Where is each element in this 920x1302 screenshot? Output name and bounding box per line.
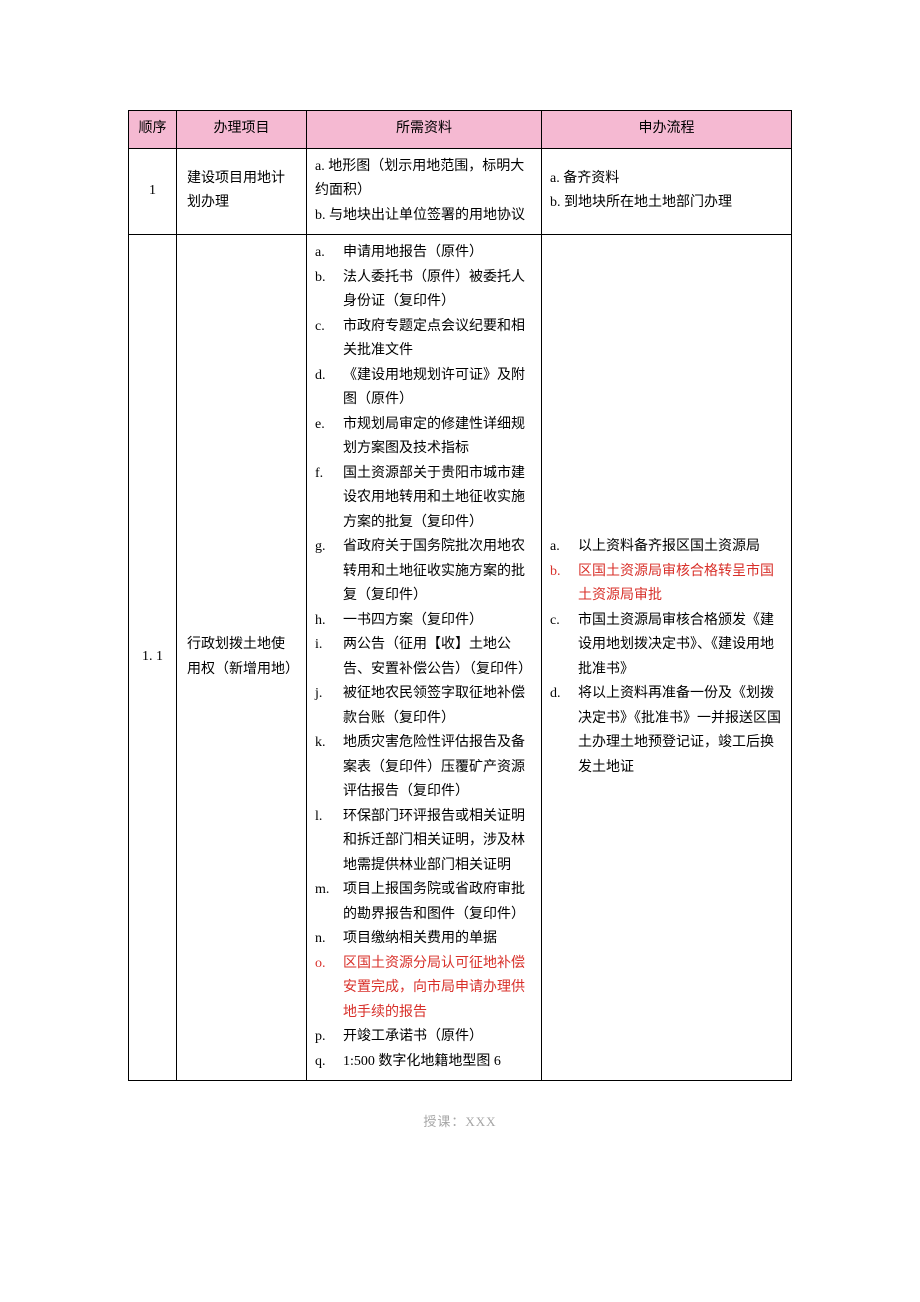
table-row: 1 建设项目用地计划办理 a. 地形图（划示用地范围，标明大约面积） b. 与地… [129,148,792,235]
list-marker: b. [550,560,574,585]
material-text: 一书四方案（复印件） [343,613,483,628]
list-marker: a. [315,241,339,266]
list-marker: c. [550,609,574,634]
material-text: 申请用地报告（原件） [343,245,483,260]
material-text: 法人委托书（原件）被委托人身份证（复印件） [343,270,525,310]
material-item: l.环保部门环评报告或相关证明和拆迁部门相关证明，涉及林地需提供林业部门相关证明 [315,805,533,879]
process-item: b.区国土资源局审核合格转呈市国土资源局审批 [550,560,783,609]
material-item: e.市规划局审定的修建性详细规划方案图及技术指标 [315,413,533,462]
list-marker: d. [315,364,339,389]
material-text: 国土资源部关于贵阳市城市建设农用地转用和土地征收实施方案的批复（复印件） [343,466,525,530]
material-text: 区国土资源分局认可征地补偿安置完成，向市局申请办理供地手续的报告 [343,956,525,1020]
material-text: 开竣工承诺书（原件） [343,1029,483,1044]
material-text: 项目上报国务院或省政府审批的勘界报告和图件（复印件） [343,882,525,922]
list-marker: q. [315,1050,339,1075]
cell-materials: a.申请用地报告（原件）b.法人委托书（原件）被委托人身份证（复印件）c.市政府… [307,235,542,1081]
material-item: f.国土资源部关于贵阳市城市建设农用地转用和土地征收实施方案的批复（复印件） [315,462,533,536]
list-marker: b. [315,266,339,291]
list-marker: h. [315,609,339,634]
material-text: 地质灾害危险性评估报告及备案表（复印件）压覆矿产资源评估报告（复印件） [343,735,525,799]
material-text: 环保部门环评报告或相关证明和拆迁部门相关证明，涉及林地需提供林业部门相关证明 [343,809,525,873]
process-text: 将以上资料再准备一份及《划拨决定书》《批准书》一并报送区国土办理土地预登记证，竣… [578,686,781,775]
cell-project: 行政划拨土地使用权（新增用地） [177,235,307,1081]
cell-materials: a. 地形图（划示用地范围，标明大约面积） b. 与地块出让单位签署的用地协议 [307,148,542,235]
cell-process: a. 备齐资料 b. 到地块所在地土地部门办理 [542,148,792,235]
material-text: 1:500 数字化地籍地型图 6 [343,1054,501,1069]
process-item: a. 以上资料备齐报区国土资源局 [550,535,783,560]
list-marker: k. [315,731,339,756]
table-row: 1. 1 行政划拨土地使用权（新增用地） a.申请用地报告（原件）b.法人委托书… [129,235,792,1081]
header-process: 申办流程 [542,111,792,149]
material-text: 被征地农民领签字取征地补偿款台账（复印件） [343,686,525,726]
material-item: c.市政府专题定点会议纪要和相关批准文件 [315,315,533,364]
list-marker: p. [315,1025,339,1050]
list-marker: i. [315,633,339,658]
list-marker: c. [315,315,339,340]
material-item: i.两公告（征用【收】土地公告、安置补偿公告）（复印件） [315,633,533,682]
list-marker: o. [315,952,339,977]
list-marker: g. [315,535,339,560]
process-line: b. 到地块所在地土地部门办理 [550,191,783,216]
material-item: d.《建设用地规划许可证》及附图（原件） [315,364,533,413]
header-materials: 所需资料 [307,111,542,149]
cell-process: a.以上资料备齐报区国土资源局b.区国土资源局审核合格转呈市国土资源局审批c.市… [542,235,792,1081]
list-marker: e. [315,413,339,438]
list-marker: m. [315,878,339,903]
document-page: 顺序 办理项目 所需资料 申办流程 1 建设项目用地计划办理 a. 地形图（划示… [0,0,920,1170]
list-marker: j. [315,682,339,707]
process-item: c.市国土资源局审核合格颁发《建设用地划拨决定书》、《建设用地批准书》 [550,609,783,683]
process-line: a. 备齐资料 [550,167,783,192]
process-item: d.将以上资料再准备一份及《划拨决定书》《批准书》一并报送区国土办理土地预登记证… [550,682,783,780]
material-text: 《建设用地规划许可证》及附图（原件） [343,368,525,408]
list-marker: f. [315,462,339,487]
material-text: 项目缴纳相关费用的单据 [343,931,497,946]
material-text: 市政府专题定点会议纪要和相关批准文件 [343,319,525,359]
material-text: 两公告（征用【收】土地公告、安置补偿公告）（复印件） [343,637,532,677]
page-footer: 授课：XXX [128,1111,792,1130]
material-item: n. 项目缴纳相关费用的单据 [315,927,533,952]
header-seq: 顺序 [129,111,177,149]
material-line: a. 地形图（划示用地范围，标明大约面积） [315,155,533,204]
process-text: 市国土资源局审核合格颁发《建设用地划拨决定书》、《建设用地批准书》 [578,613,774,677]
process-text: 以上资料备齐报区国土资源局 [578,539,760,554]
material-item: h. 一书四方案（复印件） [315,609,533,634]
material-item: m.项目上报国务院或省政府审批的勘界报告和图件（复印件） [315,878,533,927]
material-item: a. 申请用地报告（原件） [315,241,533,266]
list-marker: d. [550,682,574,707]
procedure-table: 顺序 办理项目 所需资料 申办流程 1 建设项目用地计划办理 a. 地形图（划示… [128,110,792,1081]
list-marker: l. [315,805,339,830]
header-project: 办理项目 [177,111,307,149]
list-marker: a. [550,535,574,560]
list-marker: n. [315,927,339,952]
material-text: 市规划局审定的修建性详细规划方案图及技术指标 [343,417,525,457]
material-line: b. 与地块出让单位签署的用地协议 [315,204,533,229]
material-item: j.被征地农民领签字取征地补偿款台账（复印件） [315,682,533,731]
cell-seq: 1 [129,148,177,235]
material-text: 省政府关于国务院批次用地农转用和土地征收实施方案的批复（复印件） [343,539,525,603]
cell-project: 建设项目用地计划办理 [177,148,307,235]
table-header-row: 顺序 办理项目 所需资料 申办流程 [129,111,792,149]
material-item: g.省政府关于国务院批次用地农转用和土地征收实施方案的批复（复印件） [315,535,533,609]
material-item: p. 开竣工承诺书（原件） [315,1025,533,1050]
material-item: q. 1:500 数字化地籍地型图 6 [315,1050,533,1075]
material-item: b.法人委托书（原件）被委托人身份证（复印件） [315,266,533,315]
process-text: 区国土资源局审核合格转呈市国土资源局审批 [578,564,774,604]
material-item: k.地质灾害危险性评估报告及备案表（复印件）压覆矿产资源评估报告（复印件） [315,731,533,805]
cell-seq: 1. 1 [129,235,177,1081]
material-item: o.区国土资源分局认可征地补偿安置完成，向市局申请办理供地手续的报告 [315,952,533,1026]
